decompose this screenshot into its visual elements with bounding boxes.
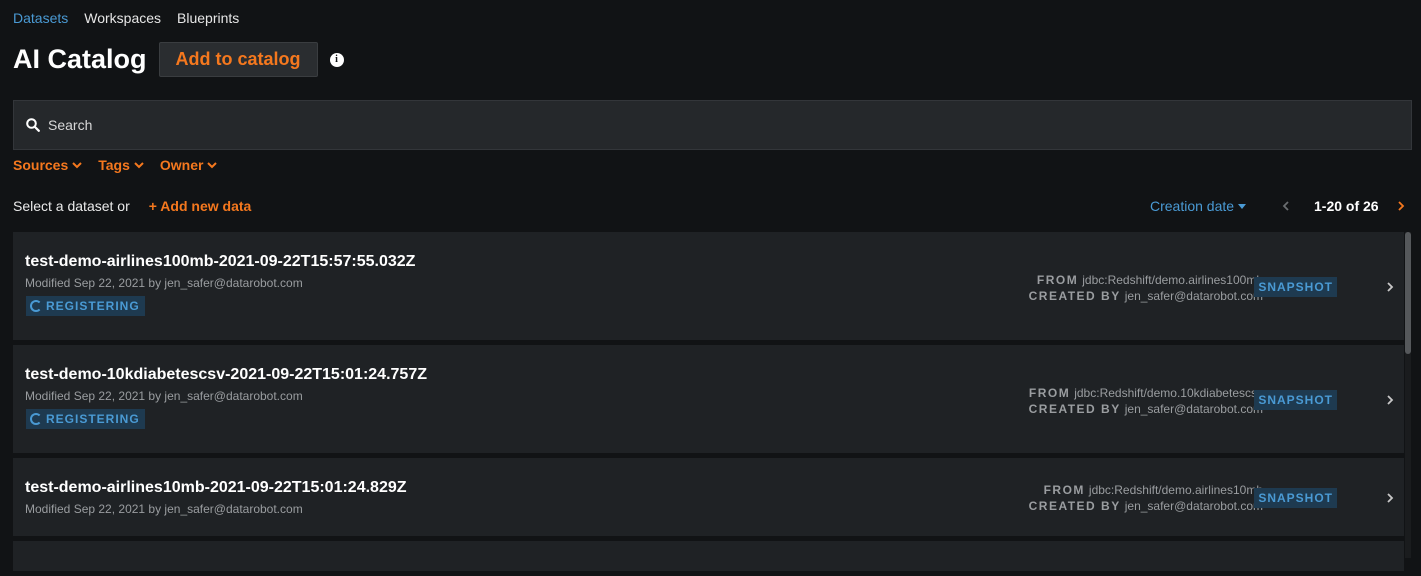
from-label: FROM: [1043, 483, 1085, 497]
scrollbar-thumb[interactable]: [1405, 232, 1411, 354]
pagination: 1-20 of 26: [1282, 198, 1411, 214]
dataset-creator: jen_safer@datarobot.com: [1124, 402, 1263, 416]
status-badge: REGISTERING: [26, 409, 145, 429]
top-nav: Datasets Workspaces Blueprints: [13, 10, 239, 26]
nav-blueprints[interactable]: Blueprints: [177, 10, 239, 26]
dataset-card[interactable]: test-demo-10kdiabetescsv-2021-09-22T15:0…: [13, 345, 1404, 453]
filter-sources-label: Sources: [13, 157, 69, 173]
header: AI Catalog Add to catalog i: [13, 42, 344, 77]
dataset-creator: jen_safer@datarobot.com: [1124, 289, 1263, 303]
page-range: 1-20 of 26: [1314, 198, 1379, 214]
select-text: Select a dataset or: [13, 198, 130, 214]
filter-sources[interactable]: Sources: [13, 157, 82, 173]
search-bar[interactable]: [13, 100, 1412, 150]
nav-workspaces[interactable]: Workspaces: [84, 10, 161, 26]
select-row: Select a dataset or + Add new data: [13, 198, 251, 214]
list-scrollbar[interactable]: [1405, 232, 1411, 558]
created-by-label: CREATED BY: [1028, 289, 1121, 303]
filter-owner-label: Owner: [159, 157, 204, 173]
nav-datasets[interactable]: Datasets: [13, 10, 68, 26]
sort-label: Creation date: [1150, 198, 1235, 214]
next-page-icon[interactable]: [1397, 198, 1411, 214]
snapshot-badge: SNAPSHOT: [1254, 488, 1337, 508]
dataset-source: jdbc:Redshift/demo.airlines10mb: [1088, 483, 1263, 497]
created-by-label: CREATED BY: [1028, 402, 1121, 416]
dataset-modified: Modified Sep 22, 2021 by jen_safer@datar…: [25, 276, 303, 290]
dataset-meta: FROM jdbc:Redshift/demo.airlines10mb CREA…: [1029, 482, 1263, 514]
status-label: REGISTERING: [46, 412, 140, 426]
filter-tags-label: Tags: [98, 157, 130, 173]
dataset-name: test-demo-airlines10mb-2021-09-22T15:01:…: [25, 479, 407, 496]
dataset-card-partial[interactable]: [13, 541, 1404, 571]
chevron-down-icon: [134, 161, 144, 168]
previous-page-icon[interactable]: [1282, 198, 1296, 214]
search-icon: [26, 118, 40, 132]
add-to-catalog-button[interactable]: Add to catalog: [158, 42, 318, 77]
dataset-source: jdbc:Redshift/demo.10kdiabetescsv: [1074, 386, 1263, 400]
info-icon[interactable]: i: [329, 52, 344, 67]
search-input[interactable]: [46, 116, 1350, 134]
dataset-card[interactable]: test-demo-airlines10mb-2021-09-22T15:01:…: [13, 458, 1404, 536]
caret-down-icon: [1238, 203, 1247, 209]
spinner-icon: [30, 300, 42, 312]
snapshot-badge: SNAPSHOT: [1254, 390, 1337, 410]
page-title: AI Catalog: [13, 44, 147, 74]
dataset-meta: FROM jdbc:Redshift/demo.airlines100mb CRE…: [1029, 272, 1263, 304]
spinner-icon: [30, 413, 42, 425]
dataset-meta: FROM jdbc:Redshift/demo.10kdiabetescsv CR…: [1029, 385, 1263, 417]
chevron-right-icon[interactable]: [1386, 490, 1394, 506]
dataset-source: jdbc:Redshift/demo.airlines100mb: [1082, 273, 1263, 287]
dataset-modified: Modified Sep 22, 2021 by jen_safer@datar…: [25, 502, 303, 516]
from-label: FROM: [1036, 273, 1079, 287]
dataset-list: test-demo-airlines100mb-2021-09-22T15:57…: [13, 232, 1404, 576]
created-by-label: CREATED BY: [1028, 499, 1121, 513]
filter-owner[interactable]: Owner: [160, 157, 218, 173]
from-label: FROM: [1028, 386, 1071, 400]
status-badge: REGISTERING: [26, 296, 145, 316]
status-label: REGISTERING: [46, 299, 140, 313]
chevron-right-icon[interactable]: [1386, 279, 1394, 295]
filter-bar: Sources Tags Owner: [13, 157, 218, 173]
dataset-creator: jen_safer@datarobot.com: [1124, 499, 1263, 513]
dataset-modified: Modified Sep 22, 2021 by jen_safer@datar…: [25, 389, 303, 403]
dataset-card[interactable]: test-demo-airlines100mb-2021-09-22T15:57…: [13, 232, 1404, 340]
dataset-name: test-demo-airlines100mb-2021-09-22T15:57…: [25, 253, 416, 270]
snapshot-badge: SNAPSHOT: [1254, 277, 1337, 297]
chevron-right-icon[interactable]: [1386, 392, 1394, 408]
dataset-name: test-demo-10kdiabetescsv-2021-09-22T15:0…: [25, 366, 427, 383]
filter-tags[interactable]: Tags: [98, 157, 144, 173]
chevron-down-icon: [207, 161, 218, 168]
sort-dropdown[interactable]: Creation date: [1150, 198, 1247, 214]
chevron-down-icon: [72, 161, 82, 168]
add-new-data-link[interactable]: + Add new data: [149, 198, 252, 214]
